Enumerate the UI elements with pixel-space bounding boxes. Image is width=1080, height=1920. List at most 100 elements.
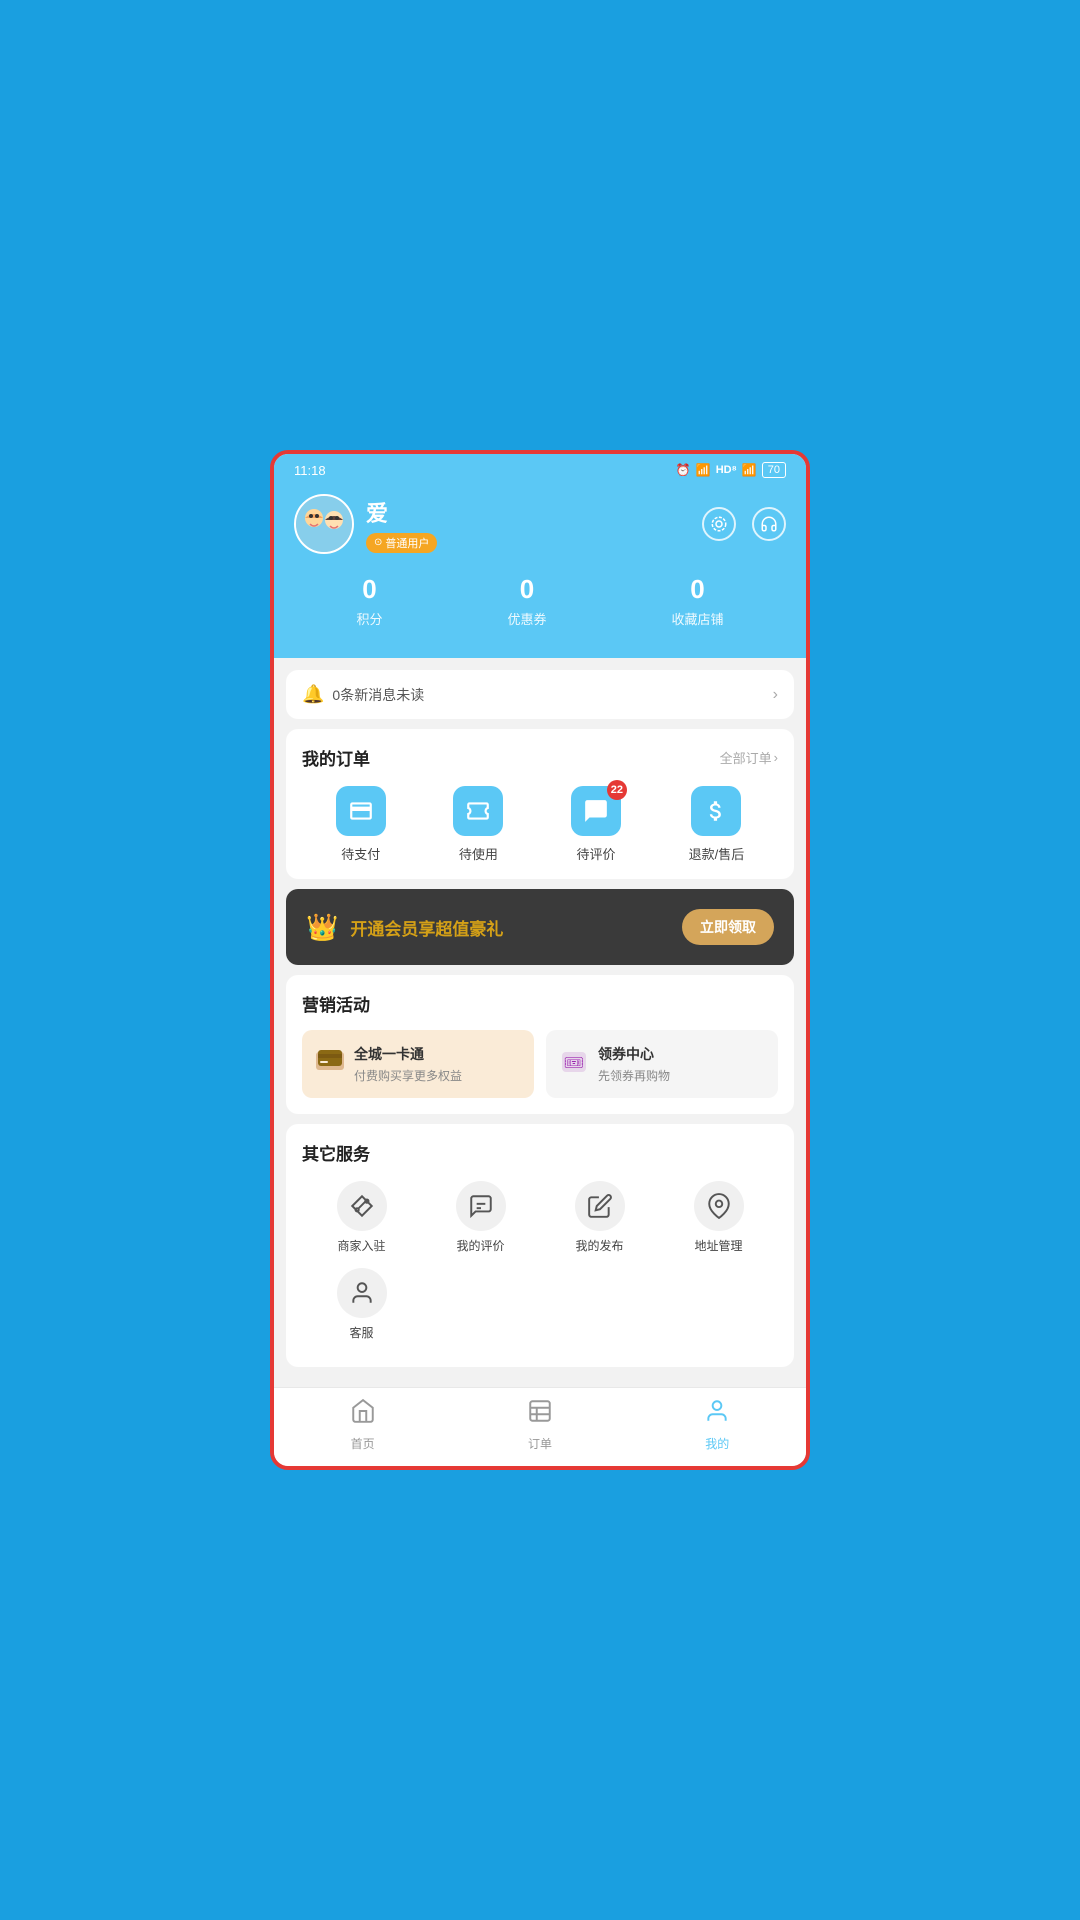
nav-home[interactable]: 首页 <box>350 1398 376 1452</box>
member-text: 开通会员享超值豪礼 <box>350 915 503 940</box>
coupon-sub: 先领券再购物 <box>598 1067 670 1084</box>
notification-bar[interactable]: 🔔 0条新消息未读 › <box>286 670 794 719</box>
pending-pay-label: 待支付 <box>341 844 380 863</box>
stat-favorites-label: 收藏店铺 <box>671 609 723 628</box>
citypass-text: 全城一卡通 付费购买享更多权益 <box>354 1044 462 1084</box>
orders-all-label: 全部订单 <box>720 748 772 767</box>
notification-text: 0条新消息未读 <box>332 685 424 705</box>
alarm-icon: ⏰ <box>676 463 691 477</box>
review-badge: 22 <box>607 780 627 800</box>
orders-section: 我的订单 全部订单 › 待支付 <box>286 729 794 879</box>
coupon-text: 领券中心 先领券再购物 <box>598 1044 670 1084</box>
profile-info: 爱 ⊙ 普通用户 <box>366 496 437 553</box>
publish-label: 我的发布 <box>575 1237 623 1254</box>
profile-left: 爱 ⊙ 普通用户 <box>294 494 437 554</box>
battery-icon: 70 <box>762 462 786 478</box>
coupon-title: 领券中心 <box>598 1044 670 1064</box>
notification-left: 🔔 0条新消息未读 <box>302 684 424 705</box>
badge-icon: ⊙ <box>374 537 382 548</box>
home-icon <box>350 1398 376 1431</box>
nav-orders[interactable]: 订单 <box>527 1398 553 1452</box>
hd-icon: HD⁸ <box>716 464 737 476</box>
wifi-icon: 📶 <box>696 463 711 477</box>
status-time: 11:18 <box>294 463 326 478</box>
pending-use-icon <box>453 786 503 836</box>
phone-frame: 11:18 ⏰ 📶 HD⁸ 📶 70 <box>270 450 810 1470</box>
orders-all-link[interactable]: 全部订单 › <box>720 748 778 767</box>
nav-home-label: 首页 <box>351 1435 375 1452</box>
customer-label: 客服 <box>349 1324 373 1341</box>
profile-row: 爱 ⊙ 普通用户 <box>294 494 786 554</box>
refund-label: 退款/售后 <box>689 844 745 863</box>
profile-icons <box>702 507 786 541</box>
citypass-title: 全城一卡通 <box>354 1044 462 1064</box>
citypass-icon <box>316 1050 344 1078</box>
service-publish[interactable]: 我的发布 <box>540 1181 659 1254</box>
service-customer[interactable]: 客服 <box>302 1268 421 1341</box>
order-item-pending-pay[interactable]: 待支付 <box>336 786 386 863</box>
nav-mine[interactable]: 我的 <box>704 1398 730 1452</box>
order-item-pending-review[interactable]: 22 待评价 <box>571 786 621 863</box>
review-service-label: 我的评价 <box>456 1237 504 1254</box>
stats-row: 0 积分 0 优惠券 0 收藏店铺 <box>294 574 786 628</box>
signal-icon: 📶 <box>742 463 757 477</box>
scan-button[interactable] <box>702 507 736 541</box>
marketing-title: 营销活动 <box>302 991 778 1016</box>
nav-mine-label: 我的 <box>705 1435 729 1452</box>
stat-points-value: 0 <box>362 574 376 605</box>
orders-nav-icon <box>527 1398 553 1431</box>
crown-icon: 👑 <box>306 912 338 943</box>
bottom-nav: 首页 订单 我的 <box>274 1387 806 1466</box>
service-merchant[interactable]: 商家入驻 <box>302 1181 421 1254</box>
user-badge: ⊙ 普通用户 <box>366 533 437 553</box>
chevron-right-icon: › <box>773 686 778 704</box>
member-left: 👑 开通会员享超值豪礼 <box>306 912 503 943</box>
order-item-refund[interactable]: 退款/售后 <box>689 786 745 863</box>
customer-icon <box>337 1268 387 1318</box>
stat-coupons[interactable]: 0 优惠券 <box>507 574 546 628</box>
mine-nav-icon <box>704 1398 730 1431</box>
service-review[interactable]: 我的评价 <box>421 1181 540 1254</box>
address-label: 地址管理 <box>694 1237 742 1254</box>
orders-chevron-icon: › <box>774 750 778 765</box>
status-icons: ⏰ 📶 HD⁸ 📶 70 <box>676 462 786 478</box>
services-title: 其它服务 <box>302 1140 778 1165</box>
header: 爱 ⊙ 普通用户 <box>274 482 806 658</box>
service-address[interactable]: 地址管理 <box>659 1181 778 1254</box>
citypass-sub: 付费购买享更多权益 <box>354 1067 462 1084</box>
order-item-pending-use[interactable]: 待使用 <box>453 786 503 863</box>
orders-header: 我的订单 全部订单 › <box>302 745 778 770</box>
stat-favorites[interactable]: 0 收藏店铺 <box>671 574 723 628</box>
marketing-card-citypass[interactable]: 全城一卡通 付费购买享更多权益 <box>302 1030 534 1098</box>
review-service-icon <box>456 1181 506 1231</box>
orders-title: 我的订单 <box>302 745 370 770</box>
merchant-icon <box>337 1181 387 1231</box>
nav-orders-label: 订单 <box>528 1435 552 1452</box>
marketing-card-coupon[interactable]: 🎟 领券中心 先领券再购物 <box>546 1030 778 1098</box>
address-icon <box>694 1181 744 1231</box>
order-icons-row: 待支付 待使用 <box>302 786 778 863</box>
headphone-button[interactable] <box>752 507 786 541</box>
member-banner[interactable]: 👑 开通会员享超值豪礼 立即领取 <box>286 889 794 965</box>
marketing-grid: 全城一卡通 付费购买享更多权益 🎟 领券中心 先领券再购物 <box>302 1030 778 1098</box>
services-section: 其它服务 商家入驻 <box>286 1124 794 1367</box>
refund-icon <box>691 786 741 836</box>
merchant-label: 商家入驻 <box>337 1237 385 1254</box>
services-grid: 商家入驻 我的评价 <box>302 1181 778 1341</box>
profile-name: 爱 <box>366 496 437 528</box>
claim-button[interactable]: 立即领取 <box>682 909 774 945</box>
stat-coupons-value: 0 <box>520 574 534 605</box>
pending-review-label: 待评价 <box>576 844 615 863</box>
bell-icon: 🔔 <box>302 684 324 705</box>
pending-use-label: 待使用 <box>459 844 498 863</box>
pending-pay-icon <box>336 786 386 836</box>
status-bar: 11:18 ⏰ 📶 HD⁸ 📶 70 <box>274 454 806 482</box>
stat-coupons-label: 优惠券 <box>507 609 546 628</box>
stat-points[interactable]: 0 积分 <box>356 574 382 628</box>
stat-points-label: 积分 <box>356 609 382 628</box>
stat-favorites-value: 0 <box>690 574 704 605</box>
coupon-icon: 🎟 <box>560 1048 588 1081</box>
marketing-section: 营销活动 全城一卡通 付费购买享更多权益 <box>286 975 794 1114</box>
badge-text: 普通用户 <box>385 535 429 551</box>
avatar[interactable] <box>294 494 354 554</box>
